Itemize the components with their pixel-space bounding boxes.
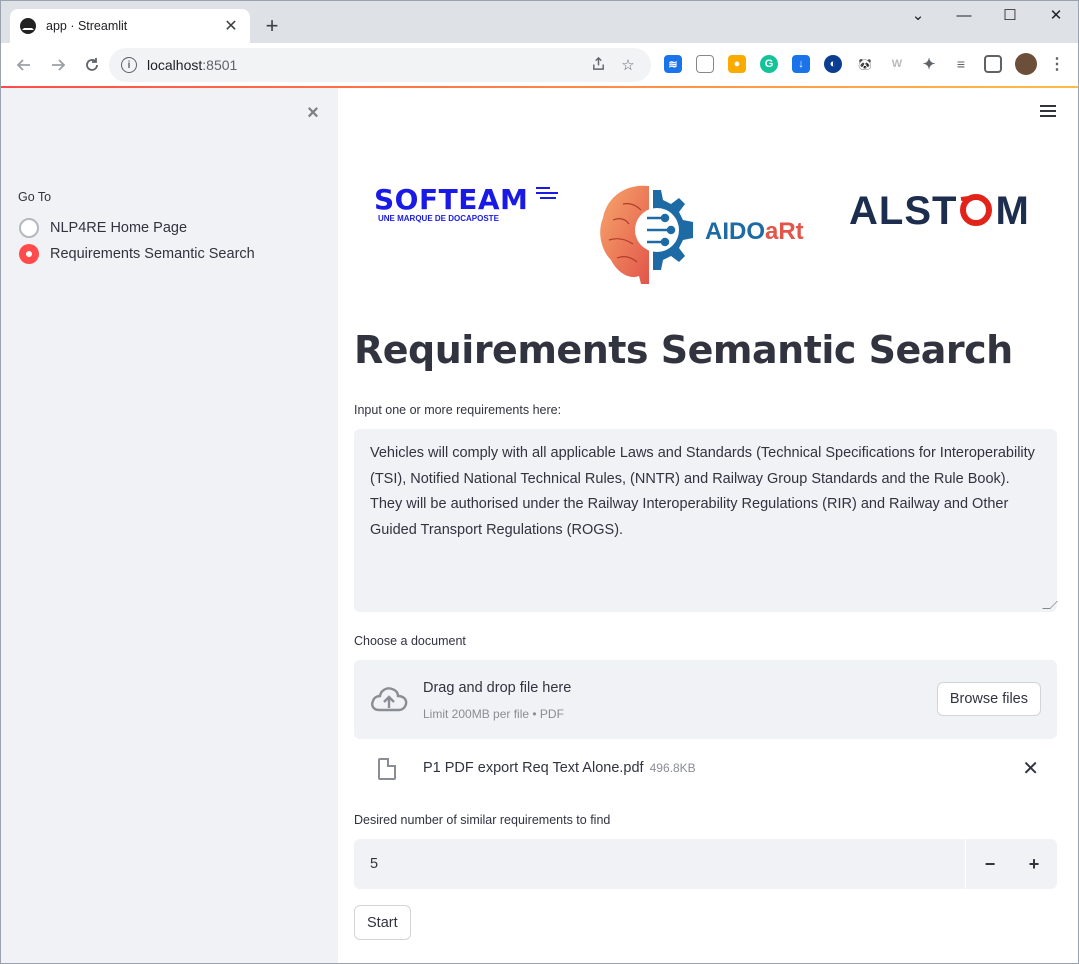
number-input-value[interactable]: 5 <box>370 856 378 872</box>
browser-titlebar: app · Streamlit ✕ + ⌄ — ☐ ✕ <box>1 1 1078 43</box>
brain-gear-icon <box>600 185 693 284</box>
dropzone-title: Drag and drop file here <box>423 680 572 696</box>
browser-tab[interactable]: app · Streamlit ✕ <box>10 9 250 43</box>
browse-files-button[interactable]: Browse files <box>936 682 1041 716</box>
profile-avatar[interactable] <box>1015 53 1037 75</box>
radio-checked-icon[interactable] <box>19 244 39 264</box>
extensions-puzzle-icon[interactable]: ✦ <box>920 55 938 73</box>
remove-file-icon[interactable]: ✕ <box>1022 756 1039 781</box>
tab-title: app · Streamlit <box>46 19 128 33</box>
minimize-button[interactable]: — <box>949 5 979 27</box>
extension-keep-icon[interactable]: ● <box>728 55 746 73</box>
aidoart-logo-text: AIDOaRt <box>705 218 804 245</box>
sidebar: × Go To NLP4RE Home Page Requirements Se… <box>1 88 338 963</box>
alstom-logo-text-a: ALST <box>849 189 958 233</box>
streamlit-favicon-icon <box>20 18 36 34</box>
number-label: Desired number of similar requirements t… <box>354 813 611 827</box>
browser-menu-icon[interactable]: ⋮ <box>1048 55 1066 73</box>
tab-search-icon[interactable]: ⌄ <box>903 5 933 27</box>
softeam-lines-icon <box>536 187 558 202</box>
extension-grammarly-icon[interactable]: G <box>760 55 778 73</box>
cloud-upload-icon <box>371 687 408 712</box>
file-icon <box>378 758 396 780</box>
main-content: SOFTEAM UNE MARQUE DE DOCAPOSTE AIDOaRt … <box>338 88 1078 963</box>
radio-option-home[interactable]: NLP4RE Home Page <box>19 218 187 238</box>
increment-button[interactable]: + <box>1011 839 1057 889</box>
aidoart-logo: AIDOaRt <box>593 180 823 290</box>
extension-circle-icon[interactable]: ◐ <box>824 55 842 73</box>
reload-icon[interactable] <box>77 50 107 80</box>
radio-option-label: NLP4RE Home Page <box>50 220 188 236</box>
goto-radio-label: Go To <box>18 190 52 204</box>
page-title: Requirements Semantic Search <box>354 328 1013 372</box>
radio-option-label: Requirements Semantic Search <box>50 246 255 262</box>
side-panel-icon[interactable] <box>984 55 1002 73</box>
decrement-button[interactable]: − <box>967 839 1013 889</box>
uploaded-file-row: P1 PDF export Req Text Alone.pdf 496.8KB … <box>354 748 1057 790</box>
softeam-logo-text: SOFTEAM <box>374 183 529 216</box>
hamburger-menu-icon[interactable] <box>1040 102 1056 120</box>
address-bar[interactable]: i localhost:8501 ☆ <box>109 48 651 82</box>
browser-window: app · Streamlit ✕ + ⌄ — ☐ ✕ i localhost:… <box>0 0 1079 964</box>
resize-grip-icon[interactable] <box>1042 601 1058 609</box>
extension-download-icon[interactable]: ↓ <box>792 55 810 73</box>
document-label: Choose a document <box>354 634 466 648</box>
uploaded-file-name: P1 PDF export Req Text Alone.pdf 496.8KB <box>423 760 696 776</box>
new-tab-button[interactable]: + <box>260 14 284 38</box>
sidebar-close-icon[interactable]: × <box>303 102 323 125</box>
window-close-button[interactable]: ✕ <box>1041 5 1071 27</box>
extension-stack-icon[interactable]: ≋ <box>664 55 682 73</box>
media-control-icon[interactable]: ≡ <box>952 55 970 73</box>
bookmark-star-icon[interactable]: ☆ <box>617 56 639 74</box>
requirements-textarea[interactable]: Vehicles will comply with all applicable… <box>354 429 1058 612</box>
share-icon[interactable] <box>587 56 609 75</box>
stepper-divider <box>965 839 966 889</box>
number-input[interactable]: 5 − + <box>354 839 1057 889</box>
maximize-button[interactable]: ☐ <box>995 5 1025 27</box>
dropzone-limit: Limit 200MB per file • PDF <box>423 707 564 721</box>
uploaded-file-size: 496.8KB <box>649 761 696 775</box>
alstom-logo-text-b: M <box>995 189 1030 233</box>
url-text: localhost:8501 <box>147 57 238 73</box>
radio-unchecked-icon[interactable] <box>19 218 39 238</box>
requirements-text: Vehicles will comply with all applicable… <box>370 445 1035 538</box>
site-info-icon[interactable]: i <box>121 57 137 73</box>
alstom-logo: ALST M <box>849 189 1030 234</box>
softeam-logo: SOFTEAM UNE MARQUE DE DOCAPOSTE <box>374 183 558 223</box>
extension-document-icon[interactable] <box>696 55 714 73</box>
extension-panda-icon[interactable]: 🐼 <box>856 55 874 73</box>
tab-close-icon[interactable]: ✕ <box>222 16 240 36</box>
radio-option-semantic-search[interactable]: Requirements Semantic Search <box>19 244 255 264</box>
requirements-label: Input one or more requirements here: <box>354 403 562 417</box>
browser-toolbar: i localhost:8501 ☆ ≋ ● G ↓ ◐ 🐼 W ✦ ≡ ⋮ <box>1 43 1078 87</box>
alstom-o-icon <box>960 194 993 226</box>
extension-w-icon[interactable]: W <box>888 55 906 73</box>
forward-arrow-icon[interactable] <box>43 50 73 80</box>
start-button[interactable]: Start <box>354 905 411 940</box>
back-arrow-icon[interactable] <box>9 50 39 80</box>
file-dropzone[interactable]: Drag and drop file here Limit 200MB per … <box>354 660 1057 739</box>
